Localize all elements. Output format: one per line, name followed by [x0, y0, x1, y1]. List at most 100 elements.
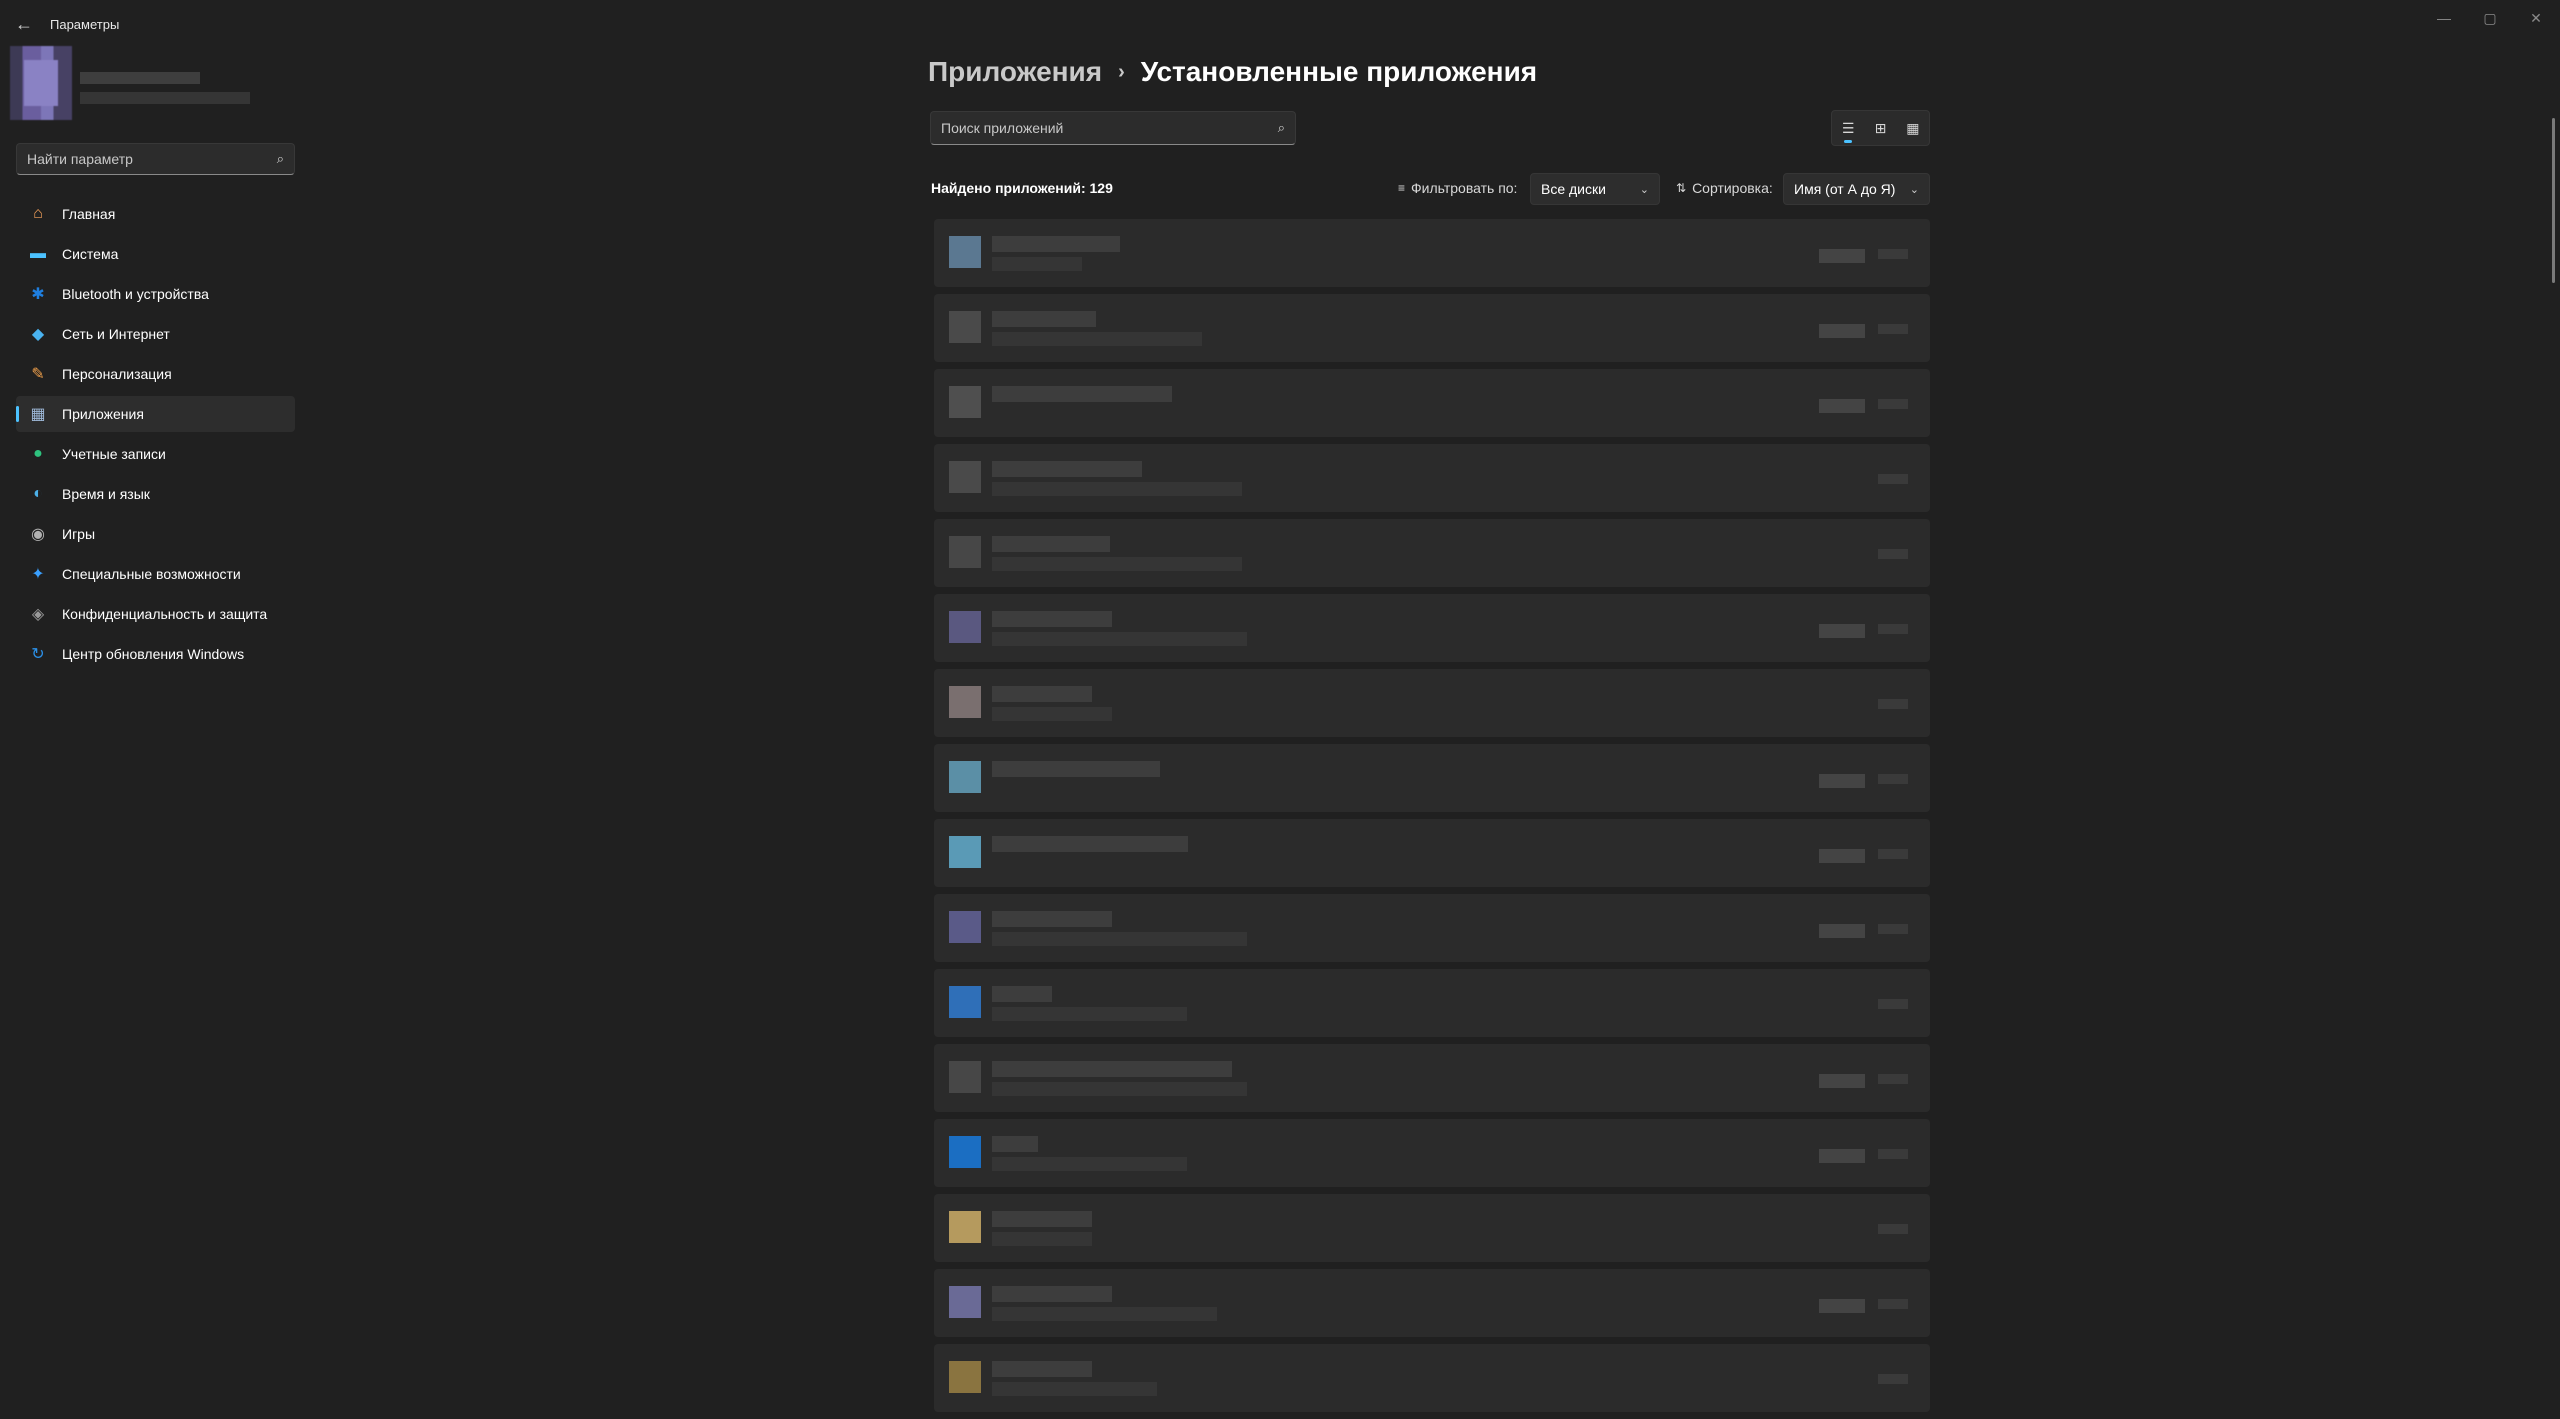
filter-dropdown-value: Все диски — [1541, 181, 1606, 197]
app-name-redacted — [992, 761, 1160, 777]
app-row[interactable] — [934, 1269, 1930, 1337]
nav-icon: ✱ — [31, 286, 45, 303]
user-email-redacted — [80, 92, 250, 104]
app-icon — [949, 386, 981, 418]
app-row[interactable] — [934, 294, 1930, 362]
app-details-redacted — [992, 257, 1082, 271]
app-name-redacted — [992, 986, 1052, 1002]
sidebar-item[interactable]: ◐ Время и язык — [16, 476, 295, 512]
app-details-redacted — [992, 707, 1112, 721]
sort-label-text: Сортировка: — [1692, 180, 1773, 196]
sidebar-item[interactable]: ◈ Конфиденциальность и защита — [16, 596, 295, 632]
app-row[interactable] — [934, 369, 1930, 437]
search-icon[interactable]: ⌕ — [1278, 120, 1285, 136]
list-view-icon[interactable]: ☰ — [1832, 111, 1864, 145]
sidebar-item-label: Центр обновления Windows — [62, 646, 245, 662]
app-name-redacted — [992, 911, 1112, 927]
app-icon — [949, 1211, 981, 1243]
maximize-button[interactable]: ▢ — [2467, 4, 2513, 32]
app-name-redacted — [992, 1136, 1038, 1152]
app-icon — [949, 761, 981, 793]
app-name-redacted — [992, 536, 1110, 552]
more-options-icon[interactable] — [1878, 1074, 1908, 1084]
app-row[interactable] — [934, 444, 1930, 512]
minimize-button[interactable]: — — [2421, 4, 2467, 32]
settings-search-input[interactable]: Найти параметр ⌕ — [16, 143, 295, 175]
sidebar-item[interactable]: ▦ Приложения — [16, 396, 295, 432]
user-name-redacted — [80, 72, 200, 84]
sidebar-item[interactable]: ◉ Игры — [16, 516, 295, 552]
app-details-redacted — [992, 1307, 1217, 1321]
more-options-icon[interactable] — [1878, 249, 1908, 259]
tile-view-icon[interactable]: ▦ — [1897, 111, 1929, 145]
sort-label: ⇅ Сортировка: — [1676, 180, 1773, 196]
more-options-icon[interactable] — [1878, 474, 1908, 484]
app-row[interactable] — [934, 669, 1930, 737]
app-row[interactable] — [934, 969, 1930, 1037]
more-options-icon[interactable] — [1878, 324, 1908, 334]
more-options-icon[interactable] — [1878, 1374, 1908, 1384]
app-row[interactable] — [934, 594, 1930, 662]
app-name-redacted — [992, 1361, 1092, 1377]
app-icon — [949, 686, 981, 718]
app-size-redacted — [1819, 774, 1865, 788]
app-row[interactable] — [934, 894, 1930, 962]
app-row[interactable] — [934, 519, 1930, 587]
app-row[interactable] — [934, 819, 1930, 887]
sidebar-item[interactable]: ✱ Bluetooth и устройства — [16, 276, 295, 312]
app-icon — [949, 236, 981, 268]
app-name-redacted — [992, 386, 1172, 402]
more-options-icon[interactable] — [1878, 924, 1908, 934]
app-row[interactable] — [934, 744, 1930, 812]
app-name-redacted — [992, 836, 1188, 852]
sidebar-item[interactable]: ↻ Центр обновления Windows — [16, 636, 295, 672]
more-options-icon[interactable] — [1878, 1149, 1908, 1159]
app-details-redacted — [992, 1007, 1187, 1021]
search-icon[interactable]: ⌕ — [277, 151, 284, 167]
breadcrumb: Приложения › Установленные приложения — [928, 56, 1537, 88]
nav-icon: ↻ — [31, 646, 45, 663]
sort-dropdown[interactable]: Имя (от А до Я) ⌄ — [1783, 173, 1930, 205]
app-details-redacted — [992, 632, 1247, 646]
breadcrumb-parent[interactable]: Приложения — [928, 56, 1102, 88]
more-options-icon[interactable] — [1878, 549, 1908, 559]
filter-dropdown[interactable]: Все диски ⌄ — [1530, 173, 1660, 205]
chevron-down-icon: ⌄ — [1909, 183, 1919, 196]
sidebar-item[interactable]: ⌂ Главная — [16, 196, 295, 232]
sidebar-item[interactable]: ▬ Система — [16, 236, 295, 272]
sort-dropdown-value: Имя (от А до Я) — [1794, 181, 1896, 197]
sidebar-item[interactable]: ✦ Специальные возможности — [16, 556, 295, 592]
app-size-redacted — [1819, 849, 1865, 863]
more-options-icon[interactable] — [1878, 1224, 1908, 1234]
more-options-icon[interactable] — [1878, 699, 1908, 709]
app-details-redacted — [992, 1382, 1157, 1396]
app-row[interactable] — [934, 1119, 1930, 1187]
nav-icon: ✎ — [31, 366, 45, 383]
sidebar-item-label: Приложения — [62, 406, 144, 422]
sidebar-item[interactable]: ◆ Сеть и Интернет — [16, 316, 295, 352]
app-search-input[interactable]: Поиск приложений ⌕ — [930, 111, 1296, 145]
app-row[interactable] — [934, 219, 1930, 287]
grid-view-icon[interactable]: ⊞ — [1864, 111, 1896, 145]
app-row[interactable] — [934, 1194, 1930, 1262]
close-button[interactable]: ✕ — [2513, 4, 2559, 32]
sidebar-item[interactable]: ● Учетные записи — [16, 436, 295, 472]
more-options-icon[interactable] — [1878, 399, 1908, 409]
scrollbar[interactable] — [2552, 118, 2555, 283]
nav-icon: ▦ — [30, 406, 46, 423]
installed-apps-list — [934, 219, 1930, 1419]
sidebar-item[interactable]: ✎ Персонализация — [16, 356, 295, 392]
filter-label-text: Фильтровать по: — [1411, 180, 1518, 196]
user-profile[interactable] — [10, 46, 250, 124]
app-details-redacted — [992, 1082, 1247, 1096]
more-options-icon[interactable] — [1878, 624, 1908, 634]
back-arrow-icon[interactable]: ← — [10, 10, 38, 38]
more-options-icon[interactable] — [1878, 849, 1908, 859]
more-options-icon[interactable] — [1878, 1299, 1908, 1309]
app-row[interactable] — [934, 1044, 1930, 1112]
sidebar-item-label: Сеть и Интернет — [62, 326, 170, 342]
app-row[interactable] — [934, 1344, 1930, 1412]
more-options-icon[interactable] — [1878, 774, 1908, 784]
more-options-icon[interactable] — [1878, 999, 1908, 1009]
app-name-redacted — [992, 686, 1092, 702]
